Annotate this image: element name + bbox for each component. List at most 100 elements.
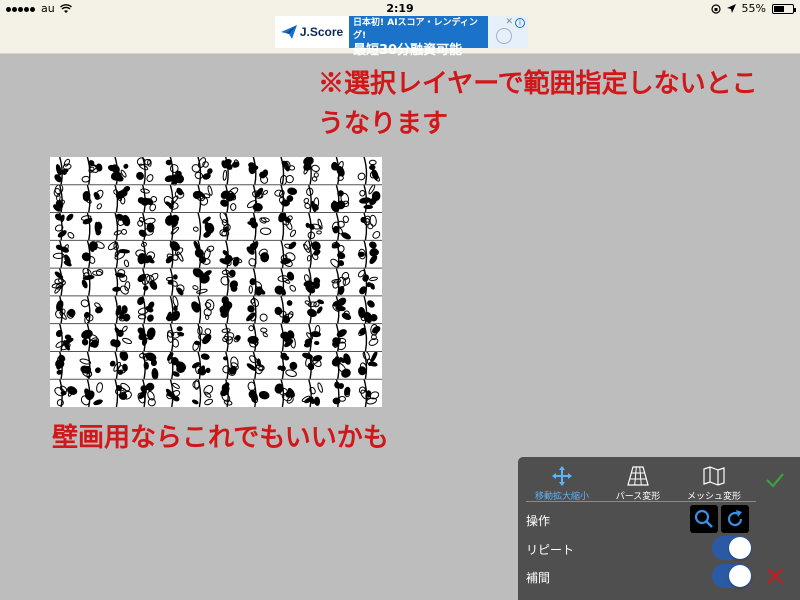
- pattern-tile: [302, 351, 323, 380]
- pattern-tile: [193, 240, 215, 269]
- pattern-tile: [221, 157, 240, 185]
- pattern-tile: [80, 295, 103, 324]
- pattern-tile: [357, 157, 380, 185]
- confirm-check-icon[interactable]: [764, 469, 786, 491]
- toggle-knob: [729, 537, 751, 559]
- pattern-tile: [137, 295, 155, 324]
- pattern-tile: [137, 323, 156, 352]
- ad-info-icon[interactable]: i: [515, 18, 525, 28]
- pattern-tile: [303, 239, 321, 269]
- pattern-tile: [113, 212, 131, 241]
- status-time: 2:19: [386, 2, 414, 15]
- pattern-tile: [107, 240, 130, 269]
- repeat-toggle[interactable]: [712, 536, 752, 560]
- status-right: 55%: [710, 2, 796, 15]
- pattern-tile: [332, 295, 352, 324]
- tab-mesh[interactable]: メッシュ変形: [674, 465, 754, 502]
- operation-label: 操作: [526, 514, 551, 528]
- pattern-tile: [166, 351, 187, 380]
- pattern-tile: [274, 267, 297, 297]
- pattern-tile: [278, 211, 297, 241]
- pattern-tile: [55, 295, 76, 324]
- pattern-tile: [303, 323, 321, 352]
- tab-perspective[interactable]: パース変形: [598, 465, 678, 502]
- ad-banner[interactable]: J.Score 日本初! AIスコア・レンディング! 最短30分融資可能 ✕ i: [275, 16, 528, 58]
- perspective-grid-icon: [627, 466, 649, 486]
- zoom-button[interactable]: [690, 505, 718, 533]
- pattern-tile: [80, 212, 103, 241]
- pattern-tile: [358, 379, 380, 407]
- mesh-map-icon: [703, 466, 725, 486]
- rotate-icon: [727, 510, 743, 527]
- pattern-tile: [165, 240, 184, 269]
- pattern-tile: [304, 295, 325, 324]
- pattern-tile: [274, 184, 298, 213]
- pattern-tile: [191, 157, 213, 185]
- ad-tagline: 最短30分融資可能: [353, 43, 463, 58]
- pattern-tile: [330, 240, 346, 269]
- interpolation-label: 補間: [526, 571, 551, 585]
- pattern-tile: [55, 323, 74, 352]
- pattern-tile: [331, 351, 351, 380]
- pattern-tile: [220, 184, 239, 213]
- ad-copy: 日本初! AIスコア・レンディング! 最短30分融資可能: [349, 16, 488, 58]
- ad-brand: J.Score: [299, 25, 344, 39]
- pattern-tile: [80, 379, 104, 407]
- rotate-button[interactable]: [721, 505, 749, 533]
- drawing-canvas[interactable]: [50, 157, 382, 407]
- pattern-tile: [135, 240, 156, 269]
- pattern-tile: [277, 351, 298, 380]
- pattern-tile: [274, 379, 295, 407]
- pattern-tile: [166, 323, 185, 352]
- pattern-tile: [165, 267, 185, 297]
- pattern-tile: [165, 212, 180, 241]
- cancel-x-icon[interactable]: [764, 565, 786, 587]
- pattern-tile: [246, 295, 268, 324]
- pattern-tile: [305, 212, 323, 241]
- pattern-tile: [81, 267, 104, 297]
- pattern-tile: [274, 295, 294, 324]
- pattern-tile: [246, 184, 269, 213]
- pattern-tile: [54, 379, 78, 407]
- pattern-tile: [247, 323, 268, 352]
- pattern-tile: [219, 240, 243, 269]
- pattern-tile: [54, 212, 75, 241]
- annotation-bottom: 壁画用ならこれでもいいかも: [52, 423, 389, 453]
- ad-close-icon[interactable]: ✕: [505, 17, 513, 27]
- pattern-tile: [331, 157, 345, 185]
- pattern-tile: [303, 267, 321, 297]
- pattern-tile: [81, 323, 100, 352]
- pattern-tile: [114, 295, 131, 324]
- pattern-tile: [137, 267, 159, 297]
- pattern-tile: [192, 323, 212, 352]
- pattern-tile: [280, 323, 296, 352]
- ad-badge-icon: [496, 28, 512, 44]
- pattern-tile: [303, 184, 320, 213]
- pattern-tile: [246, 240, 270, 269]
- pattern-tile: [81, 157, 103, 185]
- pattern-tile: [137, 379, 156, 407]
- pattern-tile: [222, 351, 239, 380]
- pattern-tile: [331, 267, 351, 297]
- pattern-tile: [303, 157, 320, 185]
- transform-panel: 移動拡大縮小 パース変形 メッシュ変形 操作 リピート 補間: [518, 457, 800, 600]
- pattern-tile: [357, 240, 379, 269]
- pattern-tile: [137, 184, 158, 213]
- ad-headline: 日本初! AIスコア・レンディング!: [353, 18, 478, 41]
- pattern-tile: [81, 240, 105, 269]
- ad-logo: J.Score: [275, 16, 349, 48]
- paper-plane-icon: [280, 25, 297, 39]
- pattern-tile: [113, 184, 131, 213]
- tab-move-scale[interactable]: 移動拡大縮小: [522, 465, 602, 502]
- rotation-lock-icon: [710, 3, 721, 14]
- pattern-tile: [51, 267, 66, 297]
- pattern-tile: [246, 351, 265, 380]
- pattern-tile: [163, 184, 185, 213]
- pattern-tile: [220, 267, 238, 297]
- pattern-tile: [191, 378, 214, 407]
- pattern-tile: [192, 267, 212, 297]
- interpolation-toggle[interactable]: [712, 564, 752, 588]
- pattern-tile: [55, 351, 66, 380]
- pattern-tile: [191, 351, 211, 380]
- battery-percent: 55%: [741, 2, 766, 15]
